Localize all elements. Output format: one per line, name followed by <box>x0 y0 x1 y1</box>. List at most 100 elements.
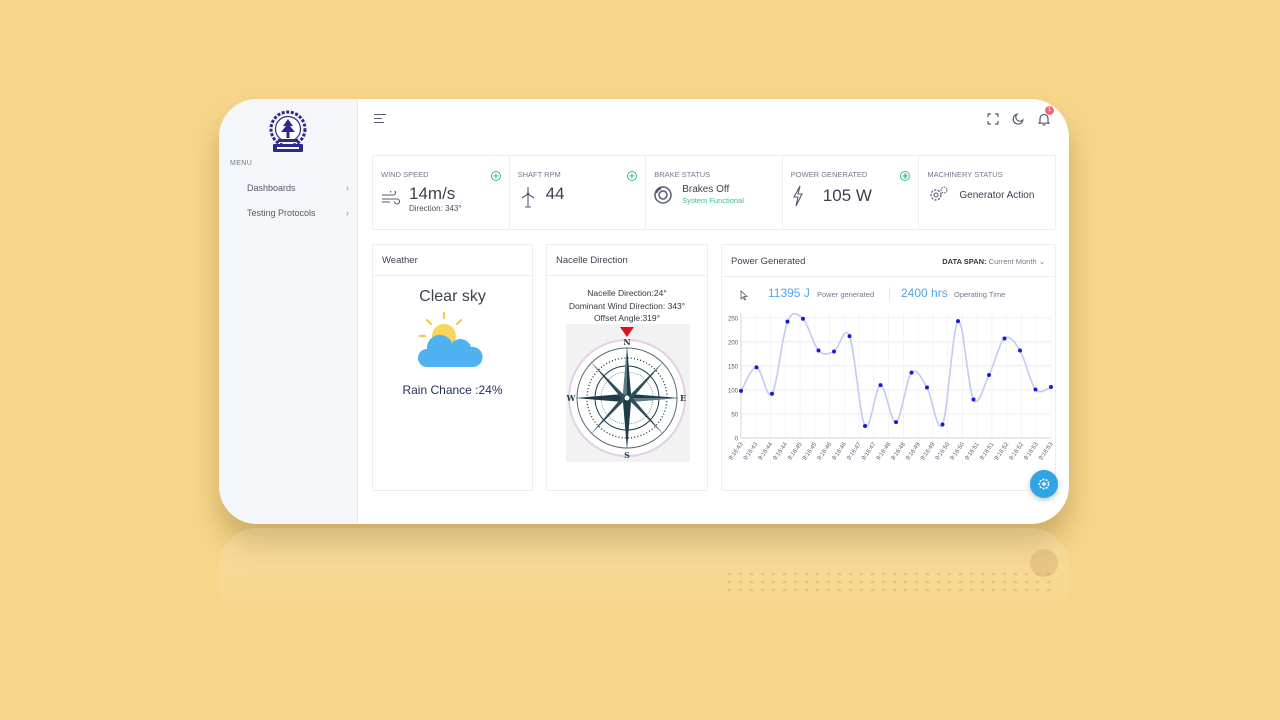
weather-condition: Clear sky <box>419 288 486 305</box>
card-title: Nacelle Direction <box>556 255 628 266</box>
stat-value: 14m/s <box>409 184 456 203</box>
nacelle-direction-text: Nacelle Direction:24° <box>587 288 667 298</box>
divider <box>373 275 532 276</box>
chevron-down-icon: ⌄ <box>1038 257 1045 266</box>
sidebar-item-testing-protocols[interactable]: Testing Protocols › <box>247 208 349 218</box>
moon-icon[interactable] <box>1011 112 1025 126</box>
institute-logo <box>269 110 307 152</box>
y-tick-label: 250 <box>728 316 739 322</box>
stat-value: Brakes Off <box>682 184 730 195</box>
nacelle-readout: Nacelle Direction:24° Dominant Wind Dire… <box>547 287 707 325</box>
menu-title: MENU <box>230 160 253 167</box>
west-label: W <box>566 393 577 403</box>
data-point <box>832 349 836 354</box>
y-tick-label: 0 <box>735 437 739 443</box>
divider <box>722 276 1055 277</box>
north-label: N <box>623 337 630 347</box>
add-circle-icon[interactable] <box>900 171 911 181</box>
y-tick-label: 150 <box>728 364 739 370</box>
stat-shaft-rpm: SHAFT RPM 44 <box>510 156 647 229</box>
topbar: 1 <box>359 99 1069 141</box>
data-point <box>785 319 790 324</box>
hours-value: 2400 hrs <box>901 286 948 300</box>
brake-disc-icon <box>654 186 672 204</box>
stat-label: MACHINERY STATUS <box>927 170 1003 179</box>
data-point <box>925 385 929 390</box>
stat-value: 105 W <box>822 186 872 205</box>
rain-chance: Rain Chance :24% <box>402 383 503 397</box>
stat-wind-speed: WIND SPEED 14m/s Direction: 343° <box>373 156 510 229</box>
energy-value: 11395 J <box>768 286 810 300</box>
east-label: E <box>680 393 686 403</box>
fullscreen-icon[interactable] <box>986 112 1000 126</box>
data-point <box>1002 336 1007 341</box>
south-label: S <box>624 450 630 460</box>
settings-fab[interactable] <box>1030 470 1058 498</box>
energy-label: Power generated <box>817 290 875 299</box>
card-title: Weather <box>382 255 418 266</box>
x-tick-label: 9:16:53 <box>1038 441 1055 461</box>
series-line <box>740 312 1052 428</box>
chevron-right-icon: › <box>346 208 349 218</box>
y-tick-label: 200 <box>728 340 739 346</box>
data-point <box>987 373 991 378</box>
wind-icon <box>382 191 401 205</box>
add-circle-icon[interactable] <box>627 171 638 181</box>
device-frame: MENU Dashboards › Testing Protocols › 1 … <box>219 99 1069 524</box>
nacelle-pointer <box>620 327 634 337</box>
add-circle-icon[interactable] <box>490 171 501 181</box>
partly-cloudy-icon <box>418 311 483 367</box>
dominant-wind-text: Dominant Wind Direction: 343° <box>568 300 686 311</box>
gears-icon <box>930 186 948 201</box>
data-point <box>1049 385 1053 390</box>
data-span-dropdown[interactable]: DATA SPAN: Current Month ⌄ <box>942 257 1045 266</box>
sidebar-item-label: Testing Protocols <box>247 208 316 218</box>
card-title: Power Generated <box>731 256 806 267</box>
hours-label: Operating Time <box>954 290 1006 299</box>
stat-sub: System Functional <box>682 196 744 205</box>
divider <box>889 287 890 301</box>
weather-card: Weather Clear sky Rain Chance :24% <box>372 244 533 491</box>
chevron-right-icon: › <box>346 183 349 193</box>
menu-icon[interactable] <box>374 114 386 124</box>
y-tick-label: 100 <box>728 388 739 394</box>
data-point <box>940 422 945 427</box>
stat-label: BRAKE STATUS <box>654 170 711 179</box>
data-point <box>971 397 976 402</box>
stat-label: SHAFT RPM <box>517 170 561 179</box>
reflection-pattern <box>724 570 1054 592</box>
divider <box>547 275 707 276</box>
notification-badge: 1 <box>1045 106 1054 115</box>
sidebar-item-dashboards[interactable]: Dashboards › <box>247 183 349 193</box>
power-summary: 11395 J Power generated 2400 hrs Operati… <box>722 283 1055 305</box>
wind-turbine-icon <box>521 187 534 208</box>
y-tick-label: 50 <box>731 412 738 418</box>
gear-icon <box>1038 478 1050 490</box>
stat-sub: Direction: 343° <box>409 204 462 213</box>
lightning-icon <box>792 185 803 207</box>
data-point <box>816 348 821 353</box>
data-span-label: DATA SPAN: <box>942 257 987 266</box>
stat-brake-status: BRAKE STATUS Brakes Off System Functiona… <box>646 156 783 229</box>
sidebar-item-label: Dashboards <box>247 183 296 193</box>
floor-reflection <box>219 528 1069 618</box>
data-span-value: Current Month <box>988 257 1037 266</box>
data-point <box>770 391 774 396</box>
power-generated-card: Power Generated DATA SPAN: Current Month… <box>721 244 1056 491</box>
stats-row: WIND SPEED 14m/s Direction: 343° SHAFT R… <box>372 155 1056 230</box>
sidebar: MENU Dashboards › Testing Protocols › <box>219 99 358 524</box>
cursor-icon <box>740 290 748 301</box>
data-point <box>878 383 883 388</box>
data-point <box>801 316 805 321</box>
data-point <box>1033 387 1038 392</box>
data-point <box>863 423 867 428</box>
data-point <box>739 388 743 393</box>
data-point <box>754 365 759 370</box>
power-line-chart: 0501001502002509:16:439:16:439:16:449:16… <box>728 312 1055 462</box>
data-point <box>956 319 960 324</box>
stat-value: Generator Action <box>959 190 1035 201</box>
data-point <box>1018 348 1022 353</box>
data-point <box>909 370 914 375</box>
offset-angle-text: Offset Angle:319° <box>593 313 661 323</box>
stat-label: POWER GENERATED <box>790 170 868 179</box>
